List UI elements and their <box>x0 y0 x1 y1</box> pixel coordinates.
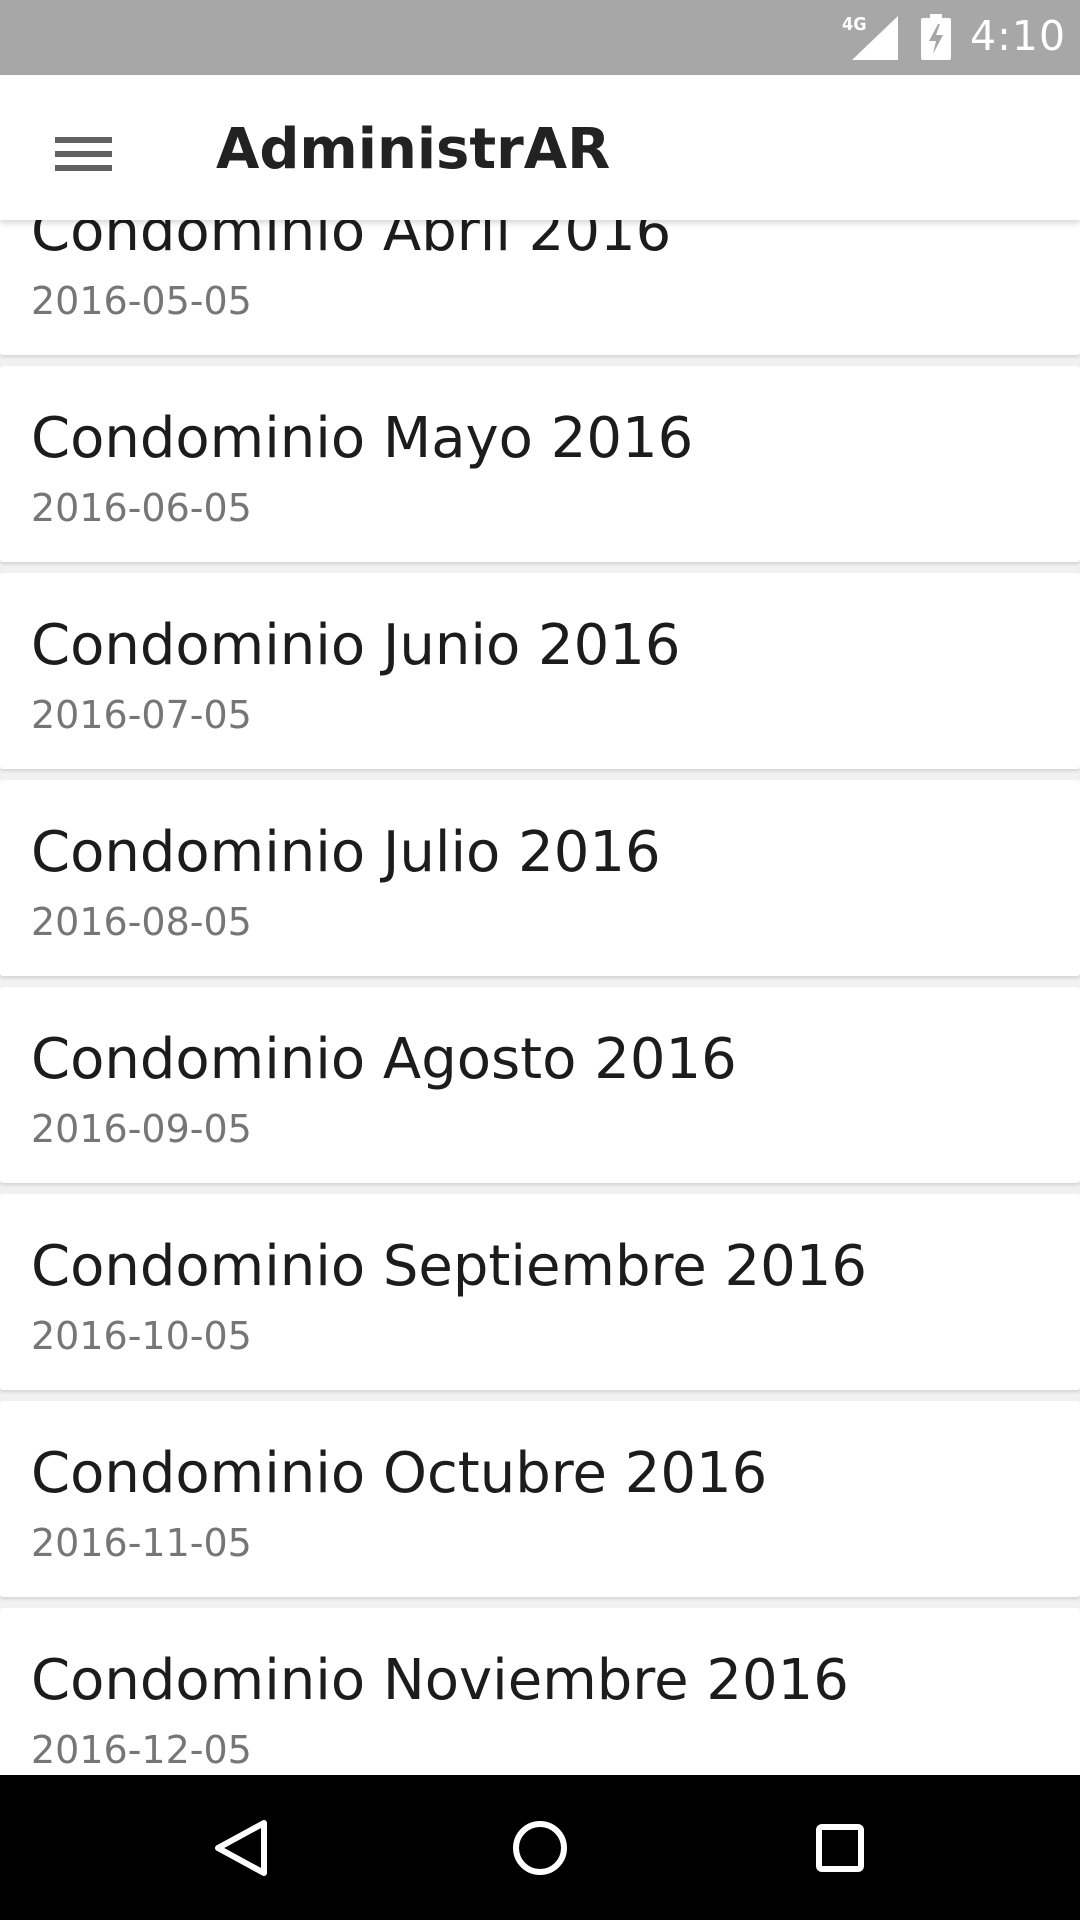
list-item-date: 2016-05-05 <box>31 279 252 323</box>
list-item-title: Condominio Julio 2016 <box>31 820 661 885</box>
list-item-date: 2016-11-05 <box>31 1521 252 1565</box>
menu-line <box>55 137 112 143</box>
list-item-date: 2016-09-05 <box>31 1107 252 1151</box>
clock: 4:10 <box>970 12 1067 60</box>
list-item-date: 2016-06-05 <box>31 486 252 530</box>
status-bar: 4G 4:10 <box>0 0 1080 75</box>
navigation-bar <box>0 1775 1080 1920</box>
hamburger-menu-icon[interactable] <box>30 103 140 193</box>
battery-charging-icon <box>921 14 951 60</box>
screen: 4G 4:10 AdministrAR Condominio Abril 201… <box>0 0 1080 1920</box>
list-item[interactable]: Condominio Julio 2016 2016-08-05 <box>0 780 1080 976</box>
list-item-title: Condominio Septiembre 2016 <box>31 1234 868 1299</box>
menu-line <box>55 165 112 171</box>
app-bar: AdministrAR <box>0 75 1080 220</box>
list-item-date: 2016-12-05 <box>31 1728 252 1772</box>
list-item-title: Condominio Agosto 2016 <box>31 1027 737 1092</box>
list-item-date: 2016-08-05 <box>31 900 252 944</box>
recents-icon[interactable] <box>790 1797 890 1897</box>
list-item[interactable]: Condominio Mayo 2016 2016-06-05 <box>0 366 1080 562</box>
statement-list: Condominio Abril 2016 2016-05-05 Condomi… <box>0 0 1080 1804</box>
list-item-date: 2016-10-05 <box>31 1314 252 1358</box>
list-item-title: Condominio Junio 2016 <box>31 613 681 678</box>
list-item-title: Condominio Mayo 2016 <box>31 406 694 471</box>
list-item-date: 2016-07-05 <box>31 693 252 737</box>
list-item[interactable]: Condominio Agosto 2016 2016-09-05 <box>0 987 1080 1183</box>
list-item-title: Condominio Octubre 2016 <box>31 1441 768 1506</box>
network-type-label: 4G <box>842 14 867 35</box>
menu-line <box>55 151 112 157</box>
app-title: AdministrAR <box>216 117 611 182</box>
back-icon[interactable] <box>190 1797 290 1897</box>
list-item-title: Condominio Noviembre 2016 <box>31 1648 849 1713</box>
list-item[interactable]: Condominio Septiembre 2016 2016-10-05 <box>0 1194 1080 1390</box>
list-item[interactable]: Condominio Junio 2016 2016-07-05 <box>0 573 1080 769</box>
home-icon[interactable] <box>490 1797 590 1897</box>
list-item[interactable]: Condominio Octubre 2016 2016-11-05 <box>0 1401 1080 1597</box>
